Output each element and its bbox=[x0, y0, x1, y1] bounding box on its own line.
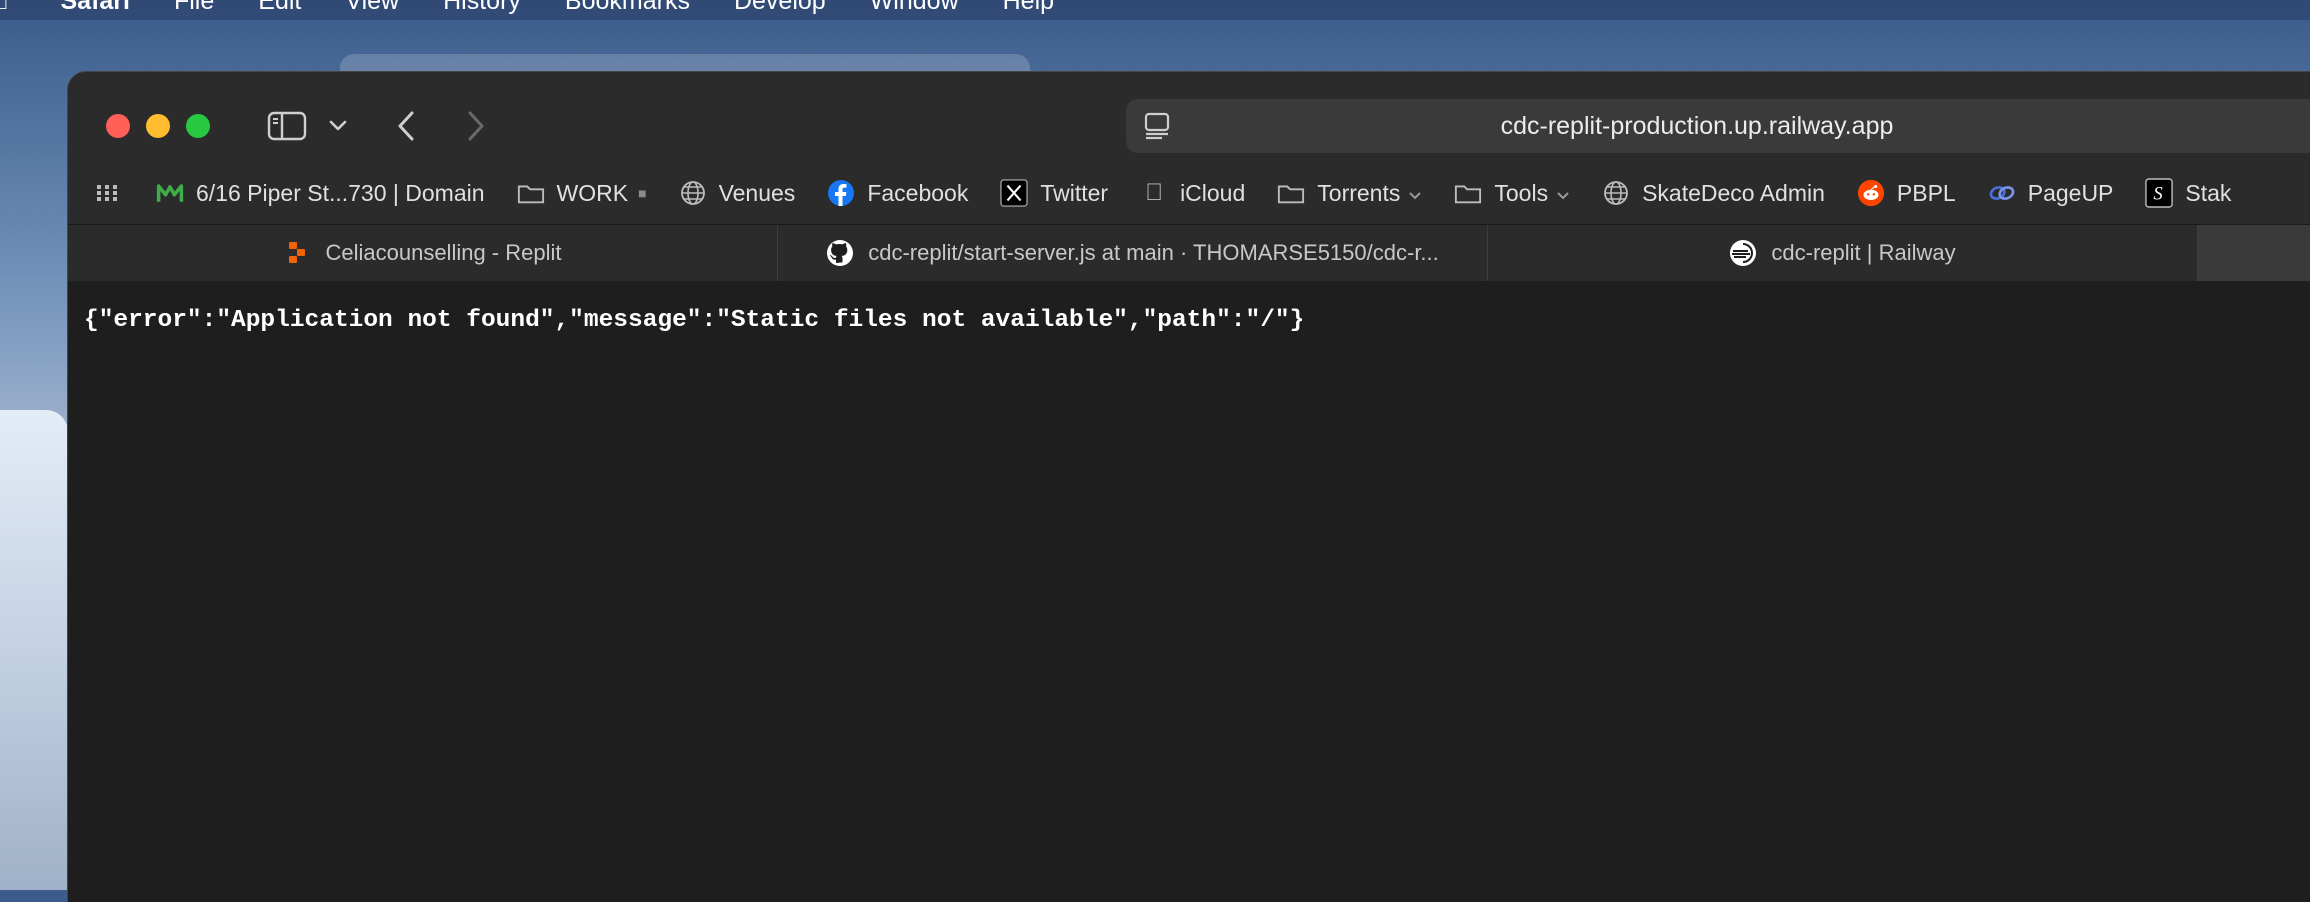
bookmark-label: Twitter bbox=[1040, 179, 1109, 206]
json-response-text: {"error":"Application not found","messag… bbox=[84, 307, 1305, 334]
bookmark-venues[interactable]: Venues bbox=[679, 179, 796, 207]
tab-railway[interactable]: cdc-replit | Railway bbox=[1488, 225, 2198, 281]
folder-icon bbox=[517, 179, 545, 207]
apple-menu-icon[interactable]:  bbox=[0, 0, 9, 15]
show-all-tabs-button[interactable] bbox=[96, 184, 122, 202]
bookmark-label: Tools bbox=[1494, 179, 1549, 206]
domain-m-icon bbox=[156, 179, 184, 207]
github-icon bbox=[826, 239, 854, 267]
menu-bookmarks[interactable]: Bookmarks bbox=[565, 0, 690, 16]
globe-icon bbox=[1602, 179, 1630, 207]
bookmark-folder-work[interactable]: WORK ■ bbox=[517, 179, 647, 207]
chevron-left-icon bbox=[398, 111, 414, 141]
page-content: {"error":"Application not found","messag… bbox=[68, 281, 2310, 902]
apple-icon:  bbox=[1140, 179, 1168, 207]
browser-toolbar: cdc-replit-production.up.railway.app 6/1… bbox=[68, 72, 2310, 224]
menu-view[interactable]: View bbox=[345, 0, 399, 16]
folder-icon bbox=[1277, 179, 1305, 207]
replit-icon bbox=[283, 239, 311, 267]
bookmark-stak[interactable]: S Stak bbox=[2145, 178, 2232, 208]
zoom-window-button[interactable] bbox=[186, 114, 210, 138]
tab-title: cdc-replit/start-server.js at main · THO… bbox=[868, 240, 1439, 265]
chevron-down-icon bbox=[1408, 180, 1422, 207]
favorites-bar: 6/16 Piper St...730 | Domain WORK ■ Venu… bbox=[68, 168, 2310, 218]
forward-button[interactable] bbox=[456, 102, 496, 150]
pageup-link-icon bbox=[1988, 179, 2016, 207]
url-text[interactable]: cdc-replit-production.up.railway.app bbox=[1126, 99, 2268, 153]
minimize-window-button[interactable] bbox=[146, 114, 170, 138]
macos-menubar:  Safari File Edit View History Bookmark… bbox=[0, 0, 2310, 20]
close-window-button[interactable] bbox=[106, 114, 130, 138]
address-bar[interactable]: cdc-replit-production.up.railway.app bbox=[1126, 99, 2310, 153]
menu-app-name[interactable]: Safari bbox=[61, 0, 130, 16]
menu-history[interactable]: History bbox=[443, 0, 521, 16]
bookmark-label: 6/16 Piper St...730 | Domain bbox=[196, 179, 485, 206]
reddit-icon bbox=[1857, 179, 1885, 207]
bookmark-label: SkateDeco Admin bbox=[1642, 179, 1825, 206]
bookmark-icloud[interactable]:  iCloud bbox=[1140, 179, 1245, 207]
tab-title: Celiacounselling - Replit bbox=[325, 240, 562, 265]
menu-edit[interactable]: Edit bbox=[258, 0, 301, 16]
svg-text:S: S bbox=[2154, 184, 2164, 205]
tab-active[interactable] bbox=[2198, 225, 2310, 281]
bookmark-label: PBPL bbox=[1896, 179, 1956, 206]
tab-github[interactable]: cdc-replit/start-server.js at main · THO… bbox=[778, 225, 1488, 281]
bookmark-label: Stak bbox=[2185, 179, 2232, 206]
chevron-right-icon bbox=[468, 111, 484, 141]
menu-help[interactable]: Help bbox=[1003, 0, 1054, 16]
facebook-icon bbox=[827, 179, 855, 207]
bookmark-pageup[interactable]: PageUP bbox=[1988, 179, 2114, 207]
bookmark-skatedeco-admin[interactable]: SkateDeco Admin bbox=[1602, 179, 1825, 207]
tab-replit[interactable]: Celiacounselling - Replit bbox=[68, 225, 778, 281]
tab-bar: Celiacounselling - Replit cdc-replit/sta… bbox=[68, 224, 2310, 282]
menu-window[interactable]: Window bbox=[870, 0, 959, 16]
browser-window: cdc-replit-production.up.railway.app 6/1… bbox=[68, 72, 2310, 902]
bookmark-label: Venues bbox=[718, 179, 796, 206]
desktop-background-card bbox=[0, 410, 68, 890]
menu-file[interactable]: File bbox=[174, 0, 214, 16]
sidebar-toggle-button[interactable] bbox=[264, 106, 310, 146]
folder-badge: ■ bbox=[638, 185, 647, 201]
bookmark-folder-tools[interactable]: Tools bbox=[1454, 179, 1570, 207]
bookmark-label: Facebook bbox=[867, 179, 969, 206]
back-button[interactable] bbox=[386, 102, 426, 150]
chevron-down-icon bbox=[1556, 180, 1570, 207]
bookmark-label: Torrents bbox=[1317, 179, 1401, 206]
grid-icon bbox=[97, 185, 117, 201]
bookmark-facebook[interactable]: Facebook bbox=[827, 179, 968, 207]
x-logo-icon bbox=[1000, 179, 1029, 207]
tab-group-menu-button[interactable] bbox=[320, 106, 356, 146]
chevron-down-icon bbox=[329, 120, 347, 131]
bookmark-folder-torrents[interactable]: Torrents bbox=[1277, 179, 1422, 207]
globe-icon bbox=[679, 179, 707, 207]
tab-title: cdc-replit | Railway bbox=[1771, 240, 1956, 265]
railway-icon bbox=[1729, 239, 1757, 267]
bookmark-label: PageUP bbox=[2027, 179, 2114, 206]
bookmark-label: iCloud bbox=[1180, 179, 1246, 206]
menubar-items:  Safari File Edit View History Bookmark… bbox=[0, 0, 1098, 16]
bookmark-twitter[interactable]: Twitter bbox=[1000, 179, 1108, 207]
menu-develop[interactable]: Develop bbox=[734, 0, 826, 16]
folder-icon bbox=[1454, 179, 1482, 207]
bookmark-domain[interactable]: 6/16 Piper St...730 | Domain bbox=[156, 179, 485, 207]
stak-icon: S bbox=[2145, 178, 2174, 208]
sidebar-icon bbox=[267, 111, 307, 141]
bookmark-pbpl[interactable]: PBPL bbox=[1857, 179, 1956, 207]
bookmark-label: WORK bbox=[556, 179, 629, 206]
